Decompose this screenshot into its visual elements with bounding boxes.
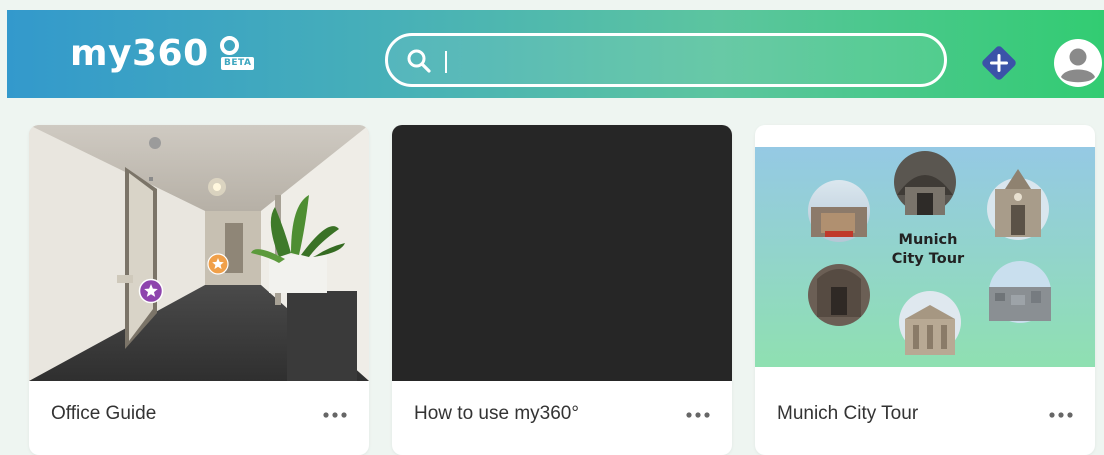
photo-circle-6 <box>899 291 961 355</box>
tour-thumbnail[interactable] <box>392 125 732 381</box>
search-input[interactable] <box>440 46 934 78</box>
purple-hotspot-star-icon[interactable] <box>138 278 164 304</box>
more-horizontal-icon <box>686 412 710 418</box>
logo-text: my360 <box>70 33 209 74</box>
tour-card-office-guide[interactable]: Office Guide <box>29 125 369 455</box>
photo-circle-5 <box>989 261 1051 323</box>
thumbnail-title-line-1: Munich <box>899 232 958 248</box>
tour-card-how-to-use[interactable]: How to use my360° <box>392 125 732 455</box>
plus-diamond-icon <box>982 46 1016 80</box>
tour-thumbnail[interactable] <box>29 125 369 381</box>
tour-card-menu-button[interactable] <box>1047 407 1075 423</box>
beta-badge: BETA <box>221 57 255 70</box>
search-icon <box>406 48 432 79</box>
logo-degree-symbol <box>220 36 239 55</box>
more-horizontal-icon <box>323 412 347 418</box>
tour-thumbnail[interactable]: Munich City Tour <box>755 147 1095 367</box>
photo-circle-1 <box>808 180 870 242</box>
tour-card-munich-city-tour[interactable]: Munich City Tour Munich City Tour <box>755 125 1095 455</box>
add-tour-button[interactable] <box>979 43 1019 83</box>
user-account-button[interactable] <box>1054 39 1102 87</box>
user-avatar-icon <box>1054 39 1102 87</box>
orange-hotspot-star-icon[interactable] <box>207 253 229 275</box>
tour-card-menu-button[interactable] <box>684 407 712 423</box>
tour-title[interactable]: Munich City Tour <box>777 403 918 425</box>
top-navigation-bar: my360 BETA <box>7 10 1104 98</box>
more-horizontal-icon <box>1049 412 1073 418</box>
tour-title[interactable]: Office Guide <box>51 403 156 425</box>
app-logo[interactable]: my360 BETA <box>70 32 255 76</box>
tour-title[interactable]: How to use my360° <box>414 403 579 425</box>
search-bar[interactable] <box>385 33 947 87</box>
thumbnail-title-line-2: City Tour <box>892 251 965 267</box>
tour-card-menu-button[interactable] <box>321 407 349 423</box>
photo-circle-4 <box>808 264 870 326</box>
